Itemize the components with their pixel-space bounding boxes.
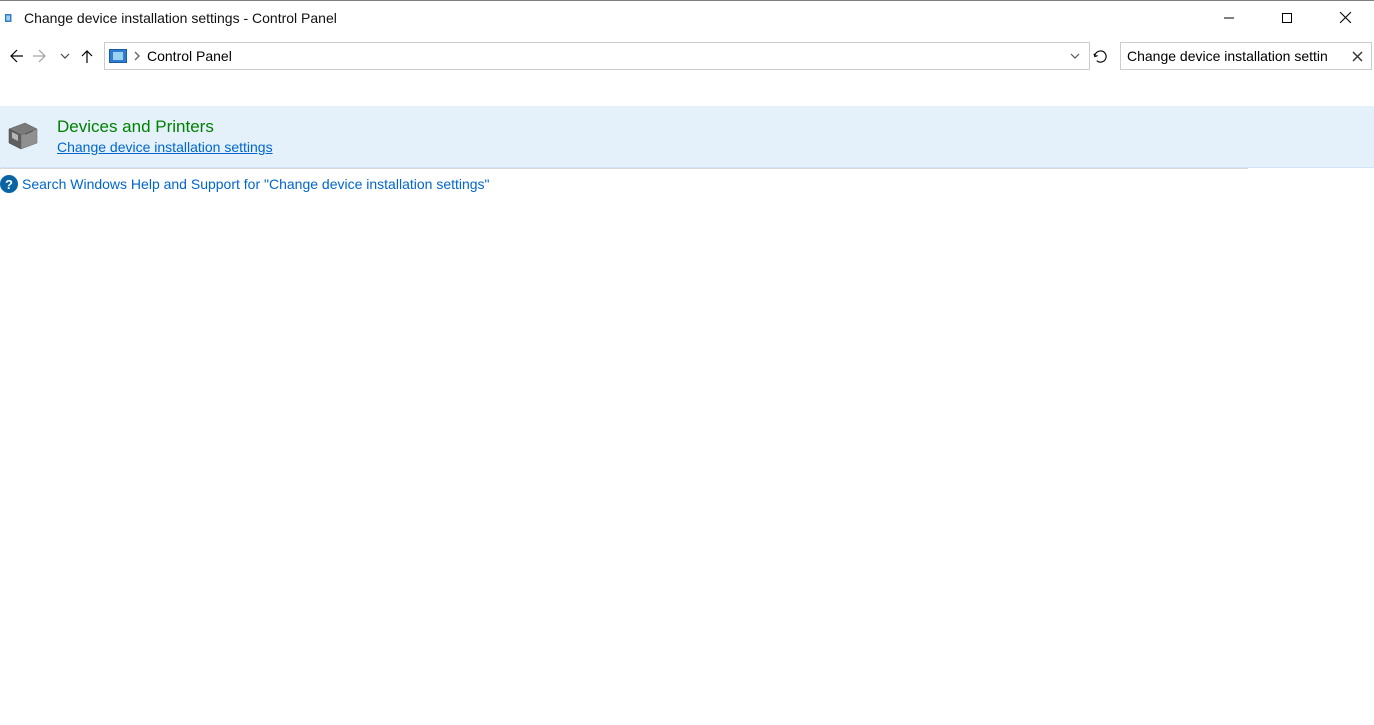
result-setting-link[interactable]: Change device installation settings (57, 139, 273, 155)
address-bar[interactable]: Control Panel (104, 42, 1090, 70)
control-panel-icon (2, 10, 18, 26)
window-title: Change device installation settings - Co… (24, 10, 1200, 26)
breadcrumb[interactable]: Control Panel (147, 48, 1059, 64)
address-history-dropdown[interactable] (1065, 43, 1085, 69)
up-button[interactable] (78, 47, 96, 65)
forward-button[interactable] (32, 47, 50, 65)
clear-search-button[interactable] (1349, 48, 1365, 64)
minimize-button[interactable] (1200, 1, 1258, 34)
devices-printers-icon (3, 117, 43, 157)
toolbar (0, 78, 1374, 106)
maximize-button[interactable] (1258, 1, 1316, 34)
result-text-block: Devices and Printers Change device insta… (57, 115, 273, 155)
nav-arrows (0, 47, 78, 65)
search-box[interactable] (1120, 42, 1372, 70)
control-panel-category-icon (109, 49, 127, 63)
titlebar: Change device installation settings - Co… (0, 0, 1374, 34)
result-category-title: Devices and Printers (57, 117, 273, 137)
help-search-row[interactable]: ? Search Windows Help and Support for "C… (0, 169, 1374, 193)
help-search-link[interactable]: Search Windows Help and Support for "Cha… (22, 176, 490, 192)
help-icon: ? (0, 175, 18, 193)
search-result-item[interactable]: Devices and Printers Change device insta… (0, 106, 1374, 168)
history-dropdown[interactable] (58, 49, 72, 63)
window-controls (1200, 1, 1374, 34)
navbar: Control Panel (0, 34, 1374, 78)
search-results: Devices and Printers Change device insta… (0, 106, 1374, 193)
refresh-button[interactable] (1090, 43, 1110, 69)
chevron-right-icon (133, 49, 141, 64)
close-button[interactable] (1316, 1, 1374, 34)
search-input[interactable] (1127, 48, 1365, 64)
back-button[interactable] (6, 47, 24, 65)
